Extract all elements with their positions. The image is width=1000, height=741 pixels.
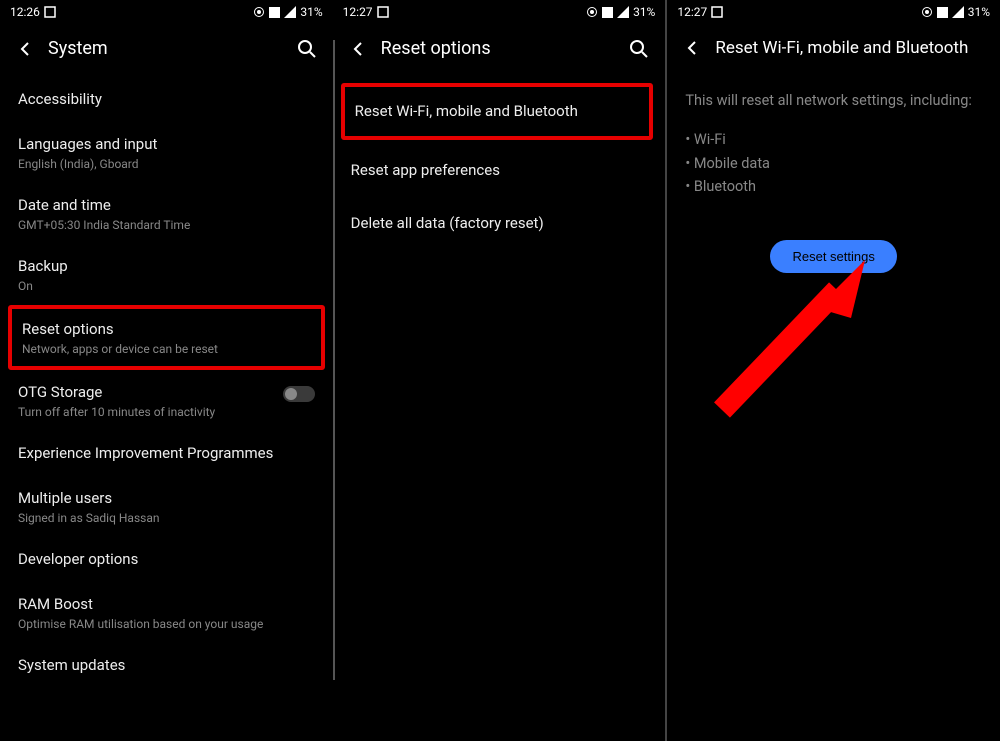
reset-bullets: Wi-Fi Mobile data Bluetooth xyxy=(667,126,1000,208)
signal-icon xyxy=(617,6,629,18)
header: Reset options xyxy=(333,24,666,77)
panel-reset-wifi: 12:27 31% Reset Wi-Fi, mobile and Blueto… xyxy=(665,0,1000,741)
reset-list: Reset Wi-Fi, mobile and Bluetooth Reset … xyxy=(333,83,666,250)
data-icon xyxy=(602,7,613,18)
item-accessibility[interactable]: Accessibility xyxy=(0,77,333,122)
status-bar: 12:27 31% xyxy=(667,0,1000,24)
data-icon xyxy=(269,7,280,18)
panel-divider xyxy=(333,40,335,680)
hotspot-icon xyxy=(921,6,933,18)
hotspot-icon xyxy=(586,6,598,18)
item-multiple-users[interactable]: Multiple users Signed in as Sadiq Hassan xyxy=(0,476,333,537)
item-factory-reset[interactable]: Delete all data (factory reset) xyxy=(333,197,666,250)
status-bar: 12:26 31% xyxy=(0,0,333,24)
header: System xyxy=(0,24,333,77)
screenshot-icon xyxy=(711,6,723,18)
back-button[interactable] xyxy=(16,40,34,58)
screenshot-icon xyxy=(377,6,389,18)
annotation-arrow xyxy=(697,260,877,420)
panel-system: 12:26 31% System Accessibi xyxy=(0,0,333,741)
battery-text: 31% xyxy=(968,5,990,19)
status-time: 12:27 xyxy=(677,5,707,19)
search-icon[interactable] xyxy=(629,39,649,59)
search-icon[interactable] xyxy=(297,39,317,59)
item-experience[interactable]: Experience Improvement Programmes xyxy=(0,431,333,476)
item-reset-options[interactable]: Reset options Network, apps or device ca… xyxy=(8,305,325,370)
battery-text: 31% xyxy=(300,5,322,19)
status-time: 12:26 xyxy=(10,5,40,19)
item-ram-boost[interactable]: RAM Boost Optimise RAM utilisation based… xyxy=(0,582,333,643)
status-bar: 12:27 31% xyxy=(333,0,666,24)
page-title: System xyxy=(48,38,283,59)
data-icon xyxy=(937,7,948,18)
bullet-mobile: Mobile data xyxy=(685,152,982,175)
item-system-updates[interactable]: System updates xyxy=(0,643,333,688)
page-title: Reset options xyxy=(381,38,616,59)
back-button[interactable] xyxy=(683,39,701,57)
item-otg-storage[interactable]: OTG Storage Turn off after 10 minutes of… xyxy=(0,370,333,431)
item-languages[interactable]: Languages and input English (India), Gbo… xyxy=(0,122,333,183)
status-time: 12:27 xyxy=(343,5,373,19)
hotspot-icon xyxy=(253,6,265,18)
panel-reset-options: 12:27 31% Reset options Re xyxy=(333,0,666,741)
reset-description: This will reset all network settings, in… xyxy=(667,76,1000,126)
reset-settings-button[interactable]: Reset settings xyxy=(770,240,896,273)
header: Reset Wi-Fi, mobile and Bluetooth xyxy=(667,24,1000,76)
otg-toggle[interactable] xyxy=(283,386,315,402)
item-date-time[interactable]: Date and time GMT+05:30 India Standard T… xyxy=(0,183,333,244)
item-backup[interactable]: Backup On xyxy=(0,244,333,305)
back-button[interactable] xyxy=(349,40,367,58)
settings-list: Accessibility Languages and input Englis… xyxy=(0,77,333,688)
signal-icon xyxy=(952,6,964,18)
signal-icon xyxy=(284,6,296,18)
bullet-wifi: Wi-Fi xyxy=(685,128,982,151)
item-reset-wifi[interactable]: Reset Wi-Fi, mobile and Bluetooth xyxy=(341,83,654,140)
item-developer-options[interactable]: Developer options xyxy=(0,537,333,582)
screenshot-icon xyxy=(44,6,56,18)
bullet-bluetooth: Bluetooth xyxy=(685,175,982,198)
battery-text: 31% xyxy=(633,5,655,19)
item-reset-app-prefs[interactable]: Reset app preferences xyxy=(333,144,666,197)
page-title: Reset Wi-Fi, mobile and Bluetooth xyxy=(715,38,984,58)
